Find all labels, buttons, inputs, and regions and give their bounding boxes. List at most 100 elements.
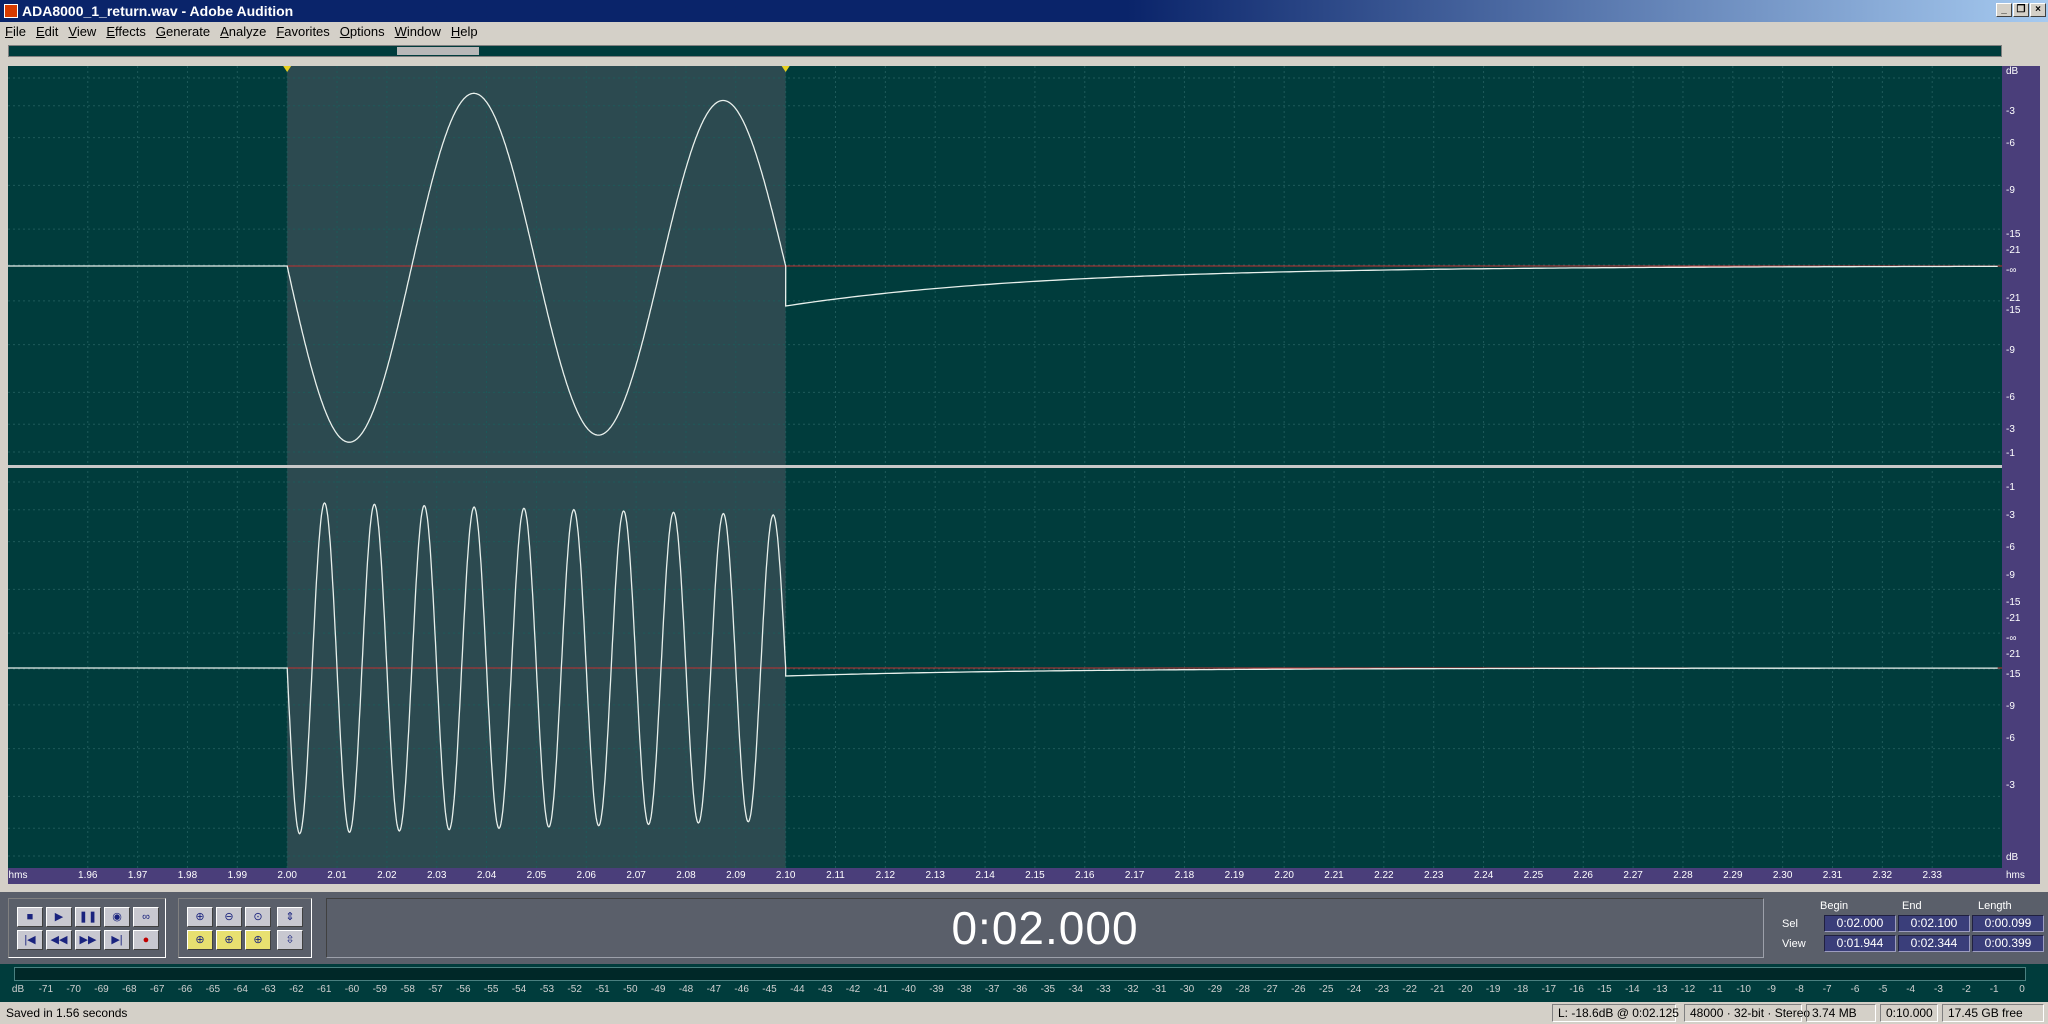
view-begin-field[interactable]: 0:01.944: [1824, 935, 1896, 952]
zoom-right-edge-icon[interactable]: ⊕: [245, 930, 271, 950]
meter-tick-label: -27: [1263, 984, 1278, 995]
waveform-canvas[interactable]: [8, 66, 2002, 868]
close-button[interactable]: ×: [2030, 3, 2046, 17]
status-bar: Saved in 1.56 seconds L: -18.6dB @ 0:02.…: [0, 1002, 2048, 1024]
meter-tick-label: -60: [344, 984, 360, 995]
meter-tick-label: -33: [1096, 984, 1111, 995]
meter-tick-label: -32: [1124, 984, 1139, 995]
meter-tick-label: -21: [1430, 984, 1445, 995]
time-tick-label: 1.99: [227, 870, 248, 881]
db-tick-label: -3: [2006, 424, 2015, 436]
selection-view-panel: Begin End Length Sel 0:02.000 0:02.100 0…: [1776, 892, 2048, 964]
meter-tick-label: -25: [1318, 984, 1334, 995]
fast-forward-button[interactable]: ▶▶: [75, 930, 101, 950]
db-tick-label: -6: [2006, 137, 2015, 149]
stop-button[interactable]: ■: [17, 907, 43, 927]
meter-tick-label: -14: [1625, 984, 1640, 995]
loop-button[interactable]: ∞: [133, 907, 159, 927]
time-ruler[interactable]: 1.96 1.97 1.98 1.99 2.00 2.01 2.02 2.03 2.04 2.05…: [8, 868, 2002, 884]
view-end-field[interactable]: 0:02.344: [1898, 935, 1970, 952]
meter-tick-label: -51: [595, 984, 610, 995]
menu-view[interactable]: View: [63, 22, 101, 42]
meter-tick-label: -58: [400, 984, 415, 995]
status-size: 3.74 MB: [1806, 1004, 1876, 1022]
time-tick-label: 2.14: [975, 870, 995, 881]
status-format: 48000 · 32-bit · Stereo: [1684, 1004, 1810, 1022]
meter-tick-label: -71: [38, 984, 54, 995]
meter-tick-label: -7: [1822, 984, 1832, 995]
window-title: ADA8000_1_return.wav - Adobe Audition: [22, 3, 294, 19]
time-tick-label: 2.13: [925, 870, 945, 881]
db-tick-label: -21: [2006, 245, 2021, 257]
time-tick-label: 2.00: [277, 870, 297, 881]
db-tick-label: -9: [2006, 569, 2015, 581]
zoom-in-vertical-icon[interactable]: ⇕: [277, 907, 303, 927]
go-to-start-button[interactable]: |◀: [17, 930, 43, 950]
play-button[interactable]: ▶: [46, 907, 72, 927]
time-tick-label: 2.32: [1872, 870, 1893, 881]
meter-tick-label: -18: [1513, 984, 1529, 995]
db-tick-label: -6: [2006, 541, 2015, 553]
meter-tick-label: -65: [205, 984, 221, 995]
pause-button[interactable]: ❚❚: [75, 907, 101, 927]
view-length-field[interactable]: 0:00.399: [1972, 935, 2044, 952]
status-level: L: -18.6dB @ 0:02.125: [1552, 1004, 1679, 1022]
zoom-out-icon[interactable]: ⊖: [216, 907, 242, 927]
db-tick-label: -15: [2006, 597, 2021, 609]
meter-tick-label: -28: [1235, 984, 1250, 995]
go-to-end-button[interactable]: ▶|: [104, 930, 130, 950]
overview-scrollbar[interactable]: [8, 45, 2002, 57]
menu-generate[interactable]: Generate: [151, 22, 215, 42]
menu-edit[interactable]: Edit: [31, 22, 63, 42]
meter-tick-label: 0: [2019, 984, 2025, 995]
sel-end-field[interactable]: 0:02.100: [1898, 915, 1970, 932]
zoom-in-icon[interactable]: ⊕: [187, 907, 213, 927]
menu-window[interactable]: Window: [390, 22, 446, 42]
menu-favorites[interactable]: Favorites: [271, 22, 334, 42]
zoom-selection-icon[interactable]: ⊕: [187, 930, 213, 950]
amplitude-ruler: dB -3 -6 -9 -15 -21 -∞ -21 -15 -9 -6 -3 -1 -1 -3 -6 -9 -1…: [2002, 66, 2040, 868]
db-tick-label: -3: [2006, 509, 2015, 521]
restore-button[interactable]: ❐: [2013, 3, 2029, 17]
meter-tick-label: -8: [1794, 984, 1804, 995]
meter-tick-label: -64: [233, 984, 248, 995]
zoom-left-edge-icon[interactable]: ⊕: [216, 930, 242, 950]
meter-tick-label: -4: [1906, 984, 1916, 995]
record-button[interactable]: ●: [133, 930, 159, 950]
meter-tick-label: -63: [261, 984, 276, 995]
zoom-out-vertical-icon[interactable]: ⇳: [277, 930, 303, 950]
sel-begin-field[interactable]: 0:02.000: [1824, 915, 1896, 932]
time-tick-label: 1.97: [127, 870, 148, 881]
sel-length-field[interactable]: 0:00.099: [1972, 915, 2044, 932]
waveform-display[interactable]: [8, 66, 2002, 868]
menu-effects[interactable]: Effects: [101, 22, 151, 42]
play-to-end-button[interactable]: ◉: [104, 907, 130, 927]
db-tick-label: -∞: [2006, 265, 2017, 276]
menu-help[interactable]: Help: [446, 22, 483, 42]
time-tick-label: 2.29: [1723, 870, 1743, 881]
meter-tick-label: -13: [1652, 984, 1668, 995]
zoom-full-icon[interactable]: ⊙: [245, 907, 271, 927]
meter-tick-label: -53: [539, 984, 555, 995]
time-tick-label: 2.33: [1922, 870, 1942, 881]
audition-window: ADA8000_1_return.wav - Adobe Audition _ …: [0, 0, 2048, 1024]
meter-tick-label: -24: [1346, 984, 1362, 995]
time-unit-label: hms: [8, 870, 28, 881]
minimize-button[interactable]: _: [1996, 3, 2012, 17]
time-tick-label: 2.30: [1772, 870, 1793, 881]
time-tick-label: 2.10: [775, 870, 796, 881]
menu-file[interactable]: File: [0, 22, 31, 42]
menu-options[interactable]: Options: [335, 22, 390, 42]
view-label: View: [1782, 938, 1806, 950]
menu-analyze[interactable]: Analyze: [215, 22, 271, 42]
meter-tick-label: -11: [1708, 984, 1723, 995]
time-tick-label: 2.31: [1822, 870, 1843, 881]
meter-tick-label: -45: [762, 984, 777, 995]
time-tick-label: 2.02: [377, 870, 397, 881]
overview-thumb[interactable]: [397, 47, 479, 55]
rewind-button[interactable]: ◀◀: [46, 930, 72, 950]
zoom-group: ⊕ ⊖ ⊙ ⇕ ⊕ ⊕ ⊕ ⇳: [178, 898, 312, 958]
db-tick-label: -1: [2006, 448, 2015, 460]
meter-tick-label: -23: [1374, 984, 1390, 995]
db-tick-label: -3: [2006, 780, 2015, 792]
